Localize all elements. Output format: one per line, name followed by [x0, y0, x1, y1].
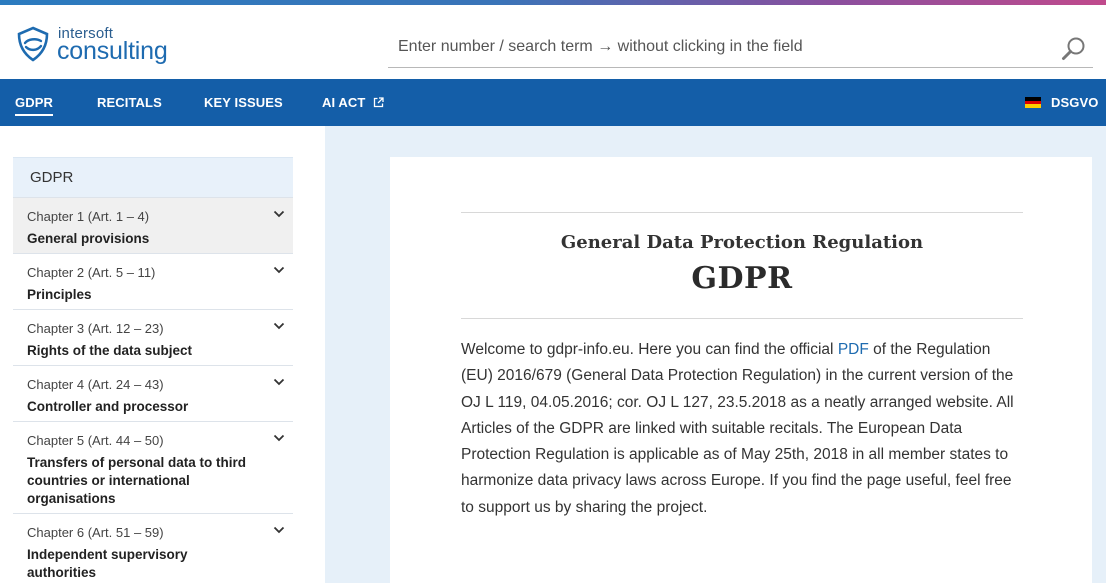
search-input[interactable] — [388, 30, 1048, 64]
chapter-title: Transfers of personal data to third coun… — [27, 455, 247, 506]
intro-paragraph: Welcome to gdpr-info.eu. Here you can fi… — [461, 337, 1023, 521]
german-flag-icon[interactable] — [1025, 97, 1041, 108]
chapter-number: Chapter 6 (Art. 51 – 59) — [27, 525, 164, 540]
site-header: intersoft consulting — [0, 5, 1106, 79]
chevron-down-icon[interactable] — [273, 434, 285, 442]
nav-item-key-issues[interactable]: KEY ISSUES — [204, 79, 283, 126]
nav-item-ai-act-label: AI ACT — [322, 95, 366, 110]
chevron-down-icon[interactable] — [273, 322, 285, 330]
sidebar-heading[interactable]: GDPR — [13, 157, 293, 197]
chapter-number: Chapter 2 (Art. 5 – 11) — [27, 265, 156, 280]
sidebar-chapter-2[interactable]: Chapter 2 (Art. 5 – 11) Principles — [13, 253, 293, 309]
sidebar-chapter-3[interactable]: Chapter 3 (Art. 12 – 23) Rights of the d… — [13, 309, 293, 365]
chapter-number: Chapter 3 (Art. 12 – 23) — [27, 321, 164, 336]
divider-bottom — [461, 318, 1023, 319]
sidebar-chapter-5[interactable]: Chapter 5 (Art. 44 – 50) Transfers of pe… — [13, 421, 293, 513]
nav-item-recitals-label: RECITALS — [97, 95, 162, 110]
chapter-number: Chapter 1 (Art. 1 – 4) — [27, 209, 150, 224]
nav-item-ai-act[interactable]: AI ACT — [322, 79, 384, 126]
chapter-title: Principles — [27, 287, 92, 302]
chapter-sidebar: GDPR Chapter 1 (Art. 1 – 4) General prov… — [13, 157, 293, 587]
nav-item-recitals[interactable]: RECITALS — [97, 79, 162, 126]
chapter-title: Independent supervisory authorities — [27, 547, 188, 580]
sidebar-chapter-4[interactable]: Chapter 4 (Art. 24 – 43) Controller and … — [13, 365, 293, 421]
chapter-number: Chapter 5 (Art. 44 – 50) — [27, 433, 164, 448]
chevron-down-icon[interactable] — [273, 266, 285, 274]
content-area: GDPR Chapter 1 (Art. 1 – 4) General prov… — [0, 126, 1106, 583]
chevron-down-icon[interactable] — [273, 210, 285, 218]
intro-text-end: of the Regulation (EU) 2016/679 (General… — [461, 341, 1014, 516]
chapter-title: Rights of the data subject — [27, 343, 193, 358]
chapter-title: General provisions — [27, 231, 150, 246]
nav-item-dsgvo[interactable]: DSGVO — [1051, 79, 1098, 126]
nav-item-key-issues-label: KEY ISSUES — [204, 95, 283, 110]
nav-item-dsgvo-label: DSGVO — [1051, 95, 1099, 110]
search-bar — [388, 30, 1093, 68]
chapter-title: Controller and processor — [27, 399, 189, 414]
intersoft-logo[interactable]: intersoft consulting — [14, 21, 184, 69]
magnifier-icon[interactable] — [1061, 36, 1087, 62]
external-link-icon — [374, 96, 384, 107]
chapter-number: Chapter 4 (Art. 24 – 43) — [27, 377, 164, 392]
divider-top — [461, 212, 1023, 213]
logo-text-consulting: consulting — [57, 37, 168, 65]
nav-item-gdpr[interactable]: GDPR — [15, 79, 53, 126]
intro-text-start: Welcome to gdpr-info.eu. Here you can fi… — [461, 341, 838, 358]
pdf-link[interactable]: PDF — [838, 341, 869, 358]
logo-emblem-icon — [17, 26, 49, 62]
chevron-down-icon[interactable] — [273, 526, 285, 534]
sidebar-chapter-6[interactable]: Chapter 6 (Art. 51 – 59) Independent sup… — [13, 513, 293, 587]
page-title: GDPR — [691, 261, 793, 296]
nav-item-gdpr-label: GDPR — [15, 95, 53, 110]
chevron-down-icon[interactable] — [273, 378, 285, 386]
main-nav: GDPR RECITALS KEY ISSUES AI ACT DSGVO — [0, 79, 1106, 126]
sidebar-chapter-1[interactable]: Chapter 1 (Art. 1 – 4) General provision… — [13, 197, 293, 253]
page-subtitle: General Data Protection Regulation — [560, 232, 924, 253]
intro-card: General Data Protection Regulation GDPR … — [390, 157, 1092, 583]
